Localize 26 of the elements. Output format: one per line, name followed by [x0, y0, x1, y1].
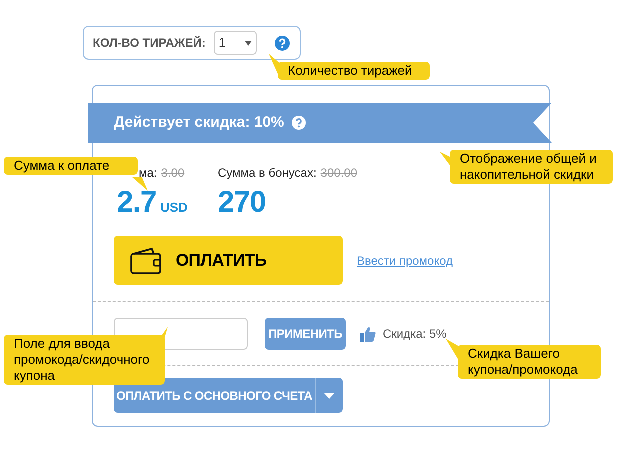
help-icon[interactable]	[274, 36, 290, 50]
sum-label: ма:	[139, 165, 158, 182]
hint-tooltip: Отображение общей и накопительной скидки	[450, 150, 613, 184]
caret-icon	[324, 392, 335, 398]
hint-tooltip: Поле для ввода промокода/скидочного купона	[4, 335, 165, 385]
wallet-icon	[130, 246, 162, 274]
run-count-select[interactable]: 1	[214, 31, 257, 55]
thumbs-up-icon	[360, 326, 376, 342]
price-amount: 270	[218, 188, 266, 218]
account-dropdown-button[interactable]	[315, 378, 343, 413]
old-price: 3.00	[161, 165, 185, 182]
hint-tooltip: Сумма к оплате	[4, 157, 138, 175]
price-amount: 2.7	[117, 188, 156, 218]
discount-banner-text: Действует скидка: 10%	[114, 112, 284, 133]
apply-button[interactable]: ПРИМЕНИТЬ	[265, 318, 346, 350]
sum-label: Сумма в бонусах:	[218, 165, 317, 182]
currency-label: USD	[160, 199, 188, 217]
help-icon[interactable]	[292, 116, 306, 130]
pay-button[interactable]: ОПЛАТИТЬ	[114, 236, 343, 285]
old-price: 300.00	[320, 165, 358, 182]
pay-from-account-button[interactable]: ОПЛАТИТЬ С ОСНОВНОГО СЧЕТА	[114, 378, 315, 413]
hint-tooltip: Скидка Вашего купона/промокода	[458, 345, 601, 379]
coupon-discount-text: Скидка: 5%	[383, 326, 447, 343]
run-count-label: КОЛ-ВО ТИРАЖЕЙ:	[93, 35, 206, 52]
promo-code-link[interactable]: Ввести промокод	[357, 252, 454, 270]
dropdown-caret-icon	[244, 40, 252, 46]
